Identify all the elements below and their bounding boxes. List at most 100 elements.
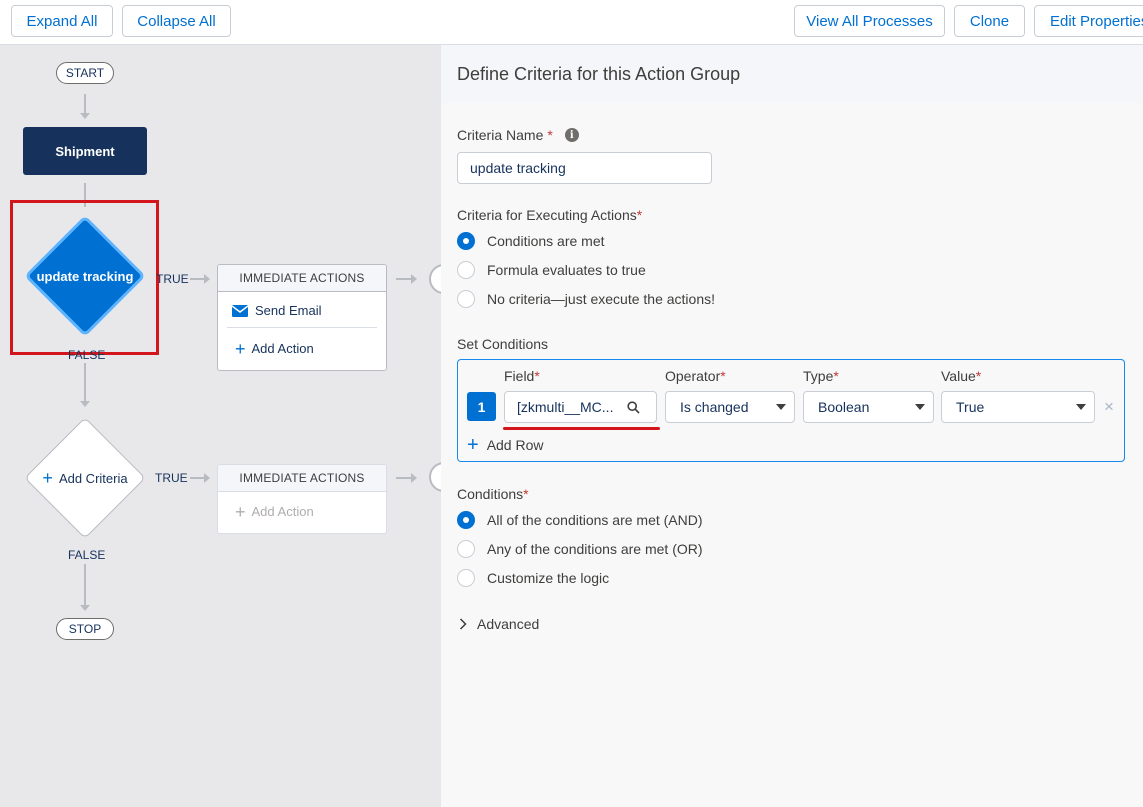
operator-value: Is changed — [680, 399, 749, 415]
info-icon[interactable]: i — [564, 128, 579, 142]
conditions-label-row: Conditions* — [457, 486, 529, 502]
column-value-label: Value — [941, 368, 976, 384]
value-value: True — [956, 399, 985, 415]
radio-conditions-met[interactable]: Conditions are met — [457, 232, 605, 250]
immediate-actions-box-empty: IMMEDIATE ACTIONS + Add Action — [217, 464, 387, 534]
column-operator: Operator* — [665, 368, 726, 384]
object-node[interactable]: Shipment — [23, 127, 147, 175]
plus-icon: + — [235, 501, 246, 522]
type-value: Boolean — [818, 399, 870, 415]
toolbar: Expand All Collapse All View All Process… — [0, 0, 1143, 45]
field-lookup-input[interactable]: [zkmulti__MC... — [504, 391, 657, 423]
chevron-down-icon — [776, 404, 786, 410]
radio-customize-logic[interactable]: Customize the logic — [457, 569, 609, 587]
column-field: Field* — [504, 368, 540, 384]
connector — [84, 363, 86, 401]
connector — [84, 94, 86, 114]
column-operator-label: Operator — [665, 368, 721, 384]
radio-label: Customize the logic — [487, 570, 610, 586]
stop-label: STOP — [68, 622, 102, 636]
advanced-label: Advanced — [477, 616, 540, 632]
radio-label: Formula evaluates to true — [487, 262, 646, 278]
add-action-link[interactable]: + Add Action — [235, 338, 314, 359]
send-email-action[interactable]: Send Email — [232, 303, 321, 318]
executing-label: Criteria for Executing Actions — [457, 207, 637, 223]
criteria-node-label: update tracking — [36, 268, 134, 284]
radio-label: No criteria—just execute the actions! — [487, 291, 715, 307]
radio-label: Conditions are met — [487, 233, 605, 249]
radio-selected-icon — [457, 232, 475, 250]
radio-label: Any of the conditions are met (OR) — [487, 541, 703, 557]
connector — [396, 477, 412, 479]
immediate-actions-label: IMMEDIATE ACTIONS — [239, 471, 365, 485]
radio-label: All of the conditions are met (AND) — [487, 512, 703, 528]
collapse-all-button[interactable]: Collapse All — [122, 5, 231, 37]
arrow-right-icon — [411, 473, 417, 483]
false-label: FALSE — [68, 348, 106, 362]
immediate-actions-header: IMMEDIATE ACTIONS — [218, 465, 386, 492]
criteria-name-input[interactable]: update tracking — [457, 152, 712, 184]
plus-icon: + — [235, 338, 246, 359]
immediate-actions-header: IMMEDIATE ACTIONS — [218, 265, 386, 292]
radio-all-conditions[interactable]: All of the conditions are met (AND) — [457, 511, 703, 529]
stop-node: STOP — [56, 618, 114, 640]
radio-empty-icon — [457, 261, 475, 279]
add-action-label: Add Action — [251, 341, 314, 356]
start-label: START — [65, 66, 105, 80]
divider — [227, 327, 377, 328]
required-asterisk: * — [636, 207, 643, 223]
edit-properties-button[interactable]: Edit Properties — [1034, 5, 1143, 37]
operator-select[interactable]: Is changed — [665, 391, 795, 423]
plus-icon: + — [467, 434, 479, 456]
plus-icon: + — [42, 468, 53, 488]
conditions-table: Field* Operator* Type* Value* 1 [zkmulti… — [457, 359, 1125, 462]
executing-label-row: Criteria for Executing Actions* — [457, 207, 642, 223]
criteria-name-label: Criteria Name — [457, 127, 544, 143]
remove-row-icon[interactable]: × — [1104, 398, 1114, 415]
scheduled-actions-node[interactable] — [429, 264, 441, 294]
conditions-label: Conditions — [457, 486, 524, 502]
arrow-right-icon — [411, 274, 417, 284]
add-row-button[interactable]: + Add Row — [467, 434, 544, 456]
radio-selected-icon — [457, 511, 475, 529]
process-canvas: START Shipment update tracking TRUE IMME… — [0, 45, 441, 807]
radio-empty-icon — [457, 569, 475, 587]
column-value: Value* — [941, 368, 982, 384]
required-asterisk: * — [547, 127, 553, 143]
add-action-label: Add Action — [251, 504, 314, 519]
radio-any-conditions[interactable]: Any of the conditions are met (OR) — [457, 540, 703, 558]
add-criteria-node[interactable]: + Add Criteria — [24, 417, 146, 539]
arrow-down-icon — [80, 113, 90, 119]
value-select[interactable]: True — [941, 391, 1095, 423]
set-conditions-label: Set Conditions — [457, 336, 549, 352]
chevron-right-icon — [459, 618, 467, 630]
expand-all-button[interactable]: Expand All — [11, 5, 113, 37]
add-criteria-label: Add Criteria — [58, 470, 128, 486]
radio-formula[interactable]: Formula evaluates to true — [457, 261, 646, 279]
add-action-link-disabled: + Add Action — [235, 501, 314, 522]
arrow-down-icon — [80, 401, 90, 407]
connector — [396, 278, 412, 280]
clone-button[interactable]: Clone — [954, 5, 1025, 37]
radio-no-criteria[interactable]: No criteria—just execute the actions! — [457, 290, 715, 308]
scheduled-actions-node[interactable] — [429, 462, 441, 492]
type-select[interactable]: Boolean — [803, 391, 934, 423]
chevron-down-icon — [1076, 404, 1086, 410]
criteria-name-value: update tracking — [470, 160, 566, 176]
column-type-label: Type — [803, 368, 834, 384]
radio-empty-icon — [457, 290, 475, 308]
arrow-right-icon — [204, 274, 210, 284]
criteria-panel: Define Criteria for this Action Group Cr… — [441, 45, 1143, 807]
panel-title: Define Criteria for this Action Group — [457, 64, 741, 84]
true-label: TRUE — [155, 471, 188, 485]
column-type: Type* — [803, 368, 839, 384]
arrow-down-icon — [80, 605, 90, 611]
connector — [84, 564, 86, 606]
add-row-label: Add Row — [486, 437, 544, 453]
view-all-processes-button[interactable]: View All Processes — [794, 5, 945, 37]
column-field-label: Field — [504, 368, 535, 384]
row-number-badge: 1 — [467, 392, 496, 421]
radio-empty-icon — [457, 540, 475, 558]
advanced-toggle[interactable]: Advanced — [459, 616, 539, 632]
email-icon — [232, 304, 248, 317]
